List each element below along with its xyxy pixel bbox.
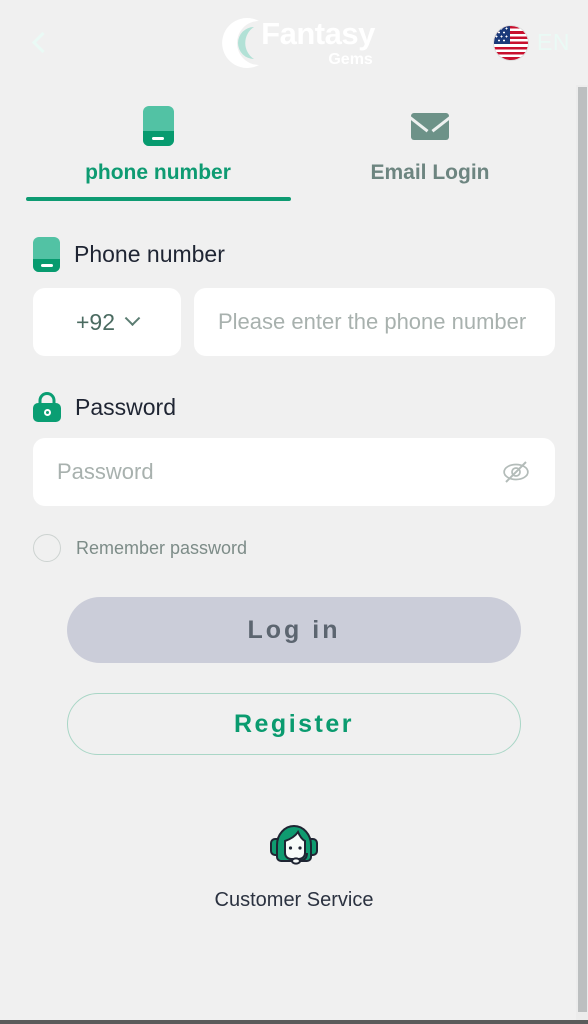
- password-placeholder: Password: [57, 459, 154, 484]
- password-field-label-row: Password: [33, 392, 555, 422]
- action-buttons: Log in Register: [0, 597, 588, 755]
- logo-secondary-text: Gems: [328, 50, 373, 68]
- register-button[interactable]: Register: [67, 693, 521, 755]
- country-code-selector[interactable]: +92: [33, 288, 181, 356]
- tab-phone-number[interactable]: phone number: [22, 103, 294, 201]
- language-label: EN: [537, 29, 570, 55]
- password-field-label: Password: [75, 393, 176, 420]
- phone-number-input[interactable]: Please enter the phone number: [194, 288, 555, 356]
- tab-inactive-indicator: [298, 197, 563, 201]
- eye-off-icon[interactable]: [501, 457, 531, 487]
- password-input[interactable]: Password: [33, 438, 555, 506]
- login-button-label: Log in: [247, 615, 341, 644]
- tab-email-login[interactable]: Email Login: [294, 103, 566, 201]
- tab-active-indicator: [25, 197, 291, 201]
- logo-primary-text: Fantasy: [261, 15, 375, 51]
- customer-service-label: Customer Service: [214, 889, 374, 911]
- phone-icon: [142, 103, 174, 149]
- phone-field-group: Phone number +92 Please enter the phone …: [0, 237, 588, 356]
- radio-unchecked-icon[interactable]: [33, 534, 61, 562]
- chevron-down-icon: [124, 309, 141, 326]
- us-flag-icon: [494, 25, 529, 60]
- lock-icon: [33, 392, 61, 422]
- chevron-left-icon: [31, 31, 54, 54]
- tab-email-login-label: Email Login: [370, 161, 490, 184]
- password-field-group: Password Password: [0, 392, 588, 506]
- login-button[interactable]: Log in: [67, 597, 521, 663]
- phone-field-label: Phone number: [74, 241, 225, 267]
- scrollbar-thumb[interactable]: [578, 87, 587, 1012]
- customer-service-agent-icon: [270, 825, 318, 865]
- tab-phone-number-label: phone number: [85, 161, 231, 184]
- customer-service-link[interactable]: Customer Service: [0, 813, 588, 912]
- register-button-label: Register: [233, 709, 355, 738]
- remember-password-toggle[interactable]: Remember password: [0, 534, 588, 562]
- login-screen: Fantasy Gems EN phone number Email Login…: [0, 0, 588, 1024]
- crescent-c-icon: [222, 17, 260, 68]
- envelope-icon: [411, 103, 449, 149]
- phone-number-placeholder: Please enter the phone number: [218, 309, 527, 334]
- phone-input-row: +92 Please enter the phone number: [33, 288, 555, 356]
- remember-password-label: Remember password: [76, 537, 248, 558]
- phone-icon: [33, 237, 60, 272]
- back-button[interactable]: [14, 0, 66, 85]
- country-code-value: +92: [75, 308, 115, 335]
- login-method-tabs: phone number Email Login: [0, 103, 588, 201]
- bottom-edge: [0, 1020, 588, 1024]
- language-switcher[interactable]: EN: [494, 0, 570, 85]
- app-header: Fantasy Gems EN: [0, 0, 588, 85]
- phone-field-label-row: Phone number: [33, 237, 555, 272]
